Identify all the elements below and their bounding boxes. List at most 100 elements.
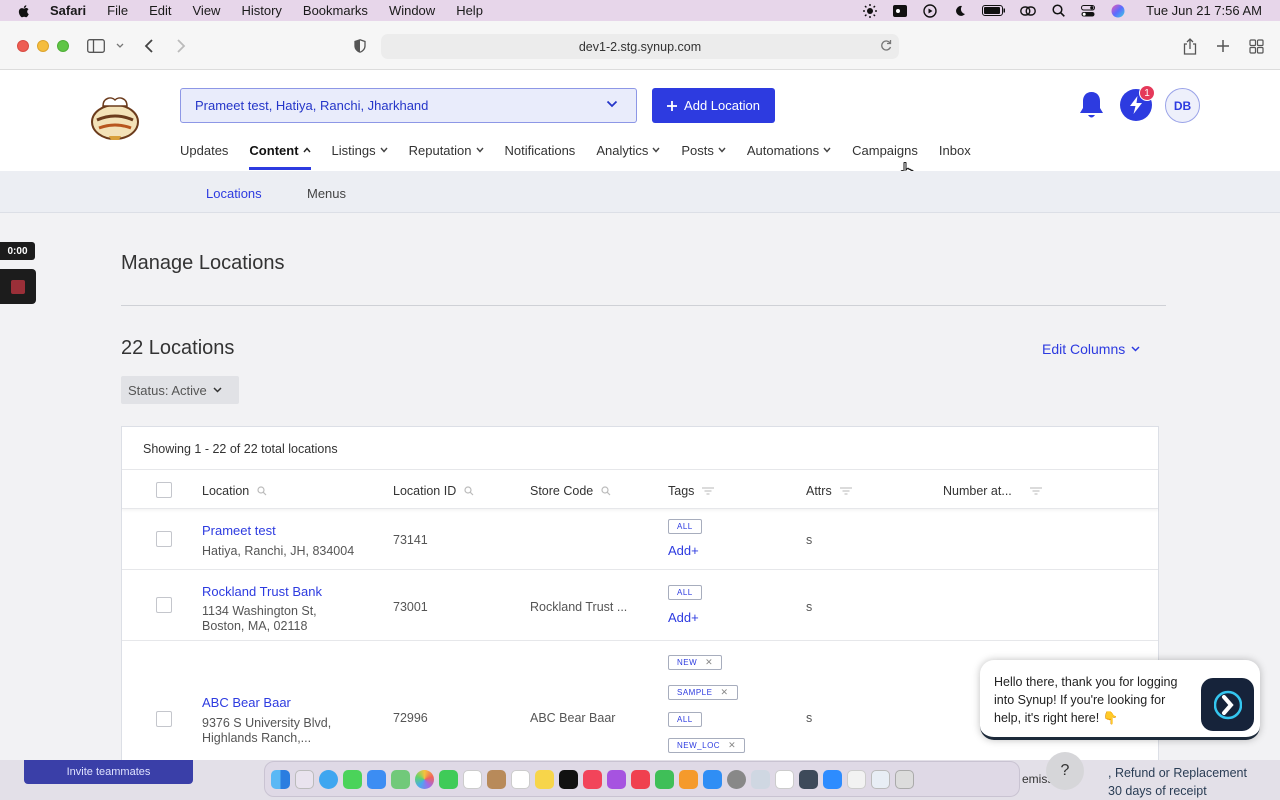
reminders-icon[interactable]: [511, 769, 530, 789]
column-header-location[interactable]: Location: [202, 484, 267, 498]
remove-tag-icon[interactable]: ✕: [705, 657, 713, 668]
system-preferences-icon[interactable]: [727, 769, 746, 789]
location-selector[interactable]: Prameet test, Hatiya, Ranchi, Jharkhand: [180, 88, 637, 123]
tab-overview-icon[interactable]: [1246, 36, 1266, 56]
column-header-store-code[interactable]: Store Code: [530, 484, 611, 498]
filter-icon[interactable]: [839, 487, 852, 495]
menu-file[interactable]: File: [107, 3, 128, 18]
podcasts-icon[interactable]: [607, 769, 626, 789]
column-header-attrs[interactable]: Attrs: [806, 484, 852, 498]
brightness-icon[interactable]: [862, 3, 878, 18]
pages-icon[interactable]: [679, 769, 698, 789]
music-icon[interactable]: [583, 769, 602, 789]
menu-history[interactable]: History: [241, 3, 281, 18]
apple-icon[interactable]: [16, 3, 32, 19]
row-checkbox[interactable]: [156, 597, 172, 613]
tag-chip[interactable]: SAMPLE ✕: [668, 685, 738, 700]
zoom-icon[interactable]: [823, 769, 842, 789]
tag-chip[interactable]: NEW ✕: [668, 655, 723, 670]
sidebar-toggle-icon[interactable]: [86, 36, 106, 56]
location-name-link[interactable]: Prameet test: [202, 523, 276, 538]
notes-icon[interactable]: [535, 769, 554, 789]
mail-icon[interactable]: [367, 769, 386, 789]
minimize-window-button[interactable]: [37, 40, 49, 52]
location-name-link[interactable]: Rockland Trust Bank: [202, 584, 322, 599]
menu-view[interactable]: View: [193, 3, 221, 18]
trash-icon[interactable]: [895, 769, 914, 789]
add-tag-button[interactable]: Add+: [668, 610, 699, 625]
nav-item-analytics[interactable]: Analytics: [596, 143, 660, 158]
subnav-item-locations[interactable]: Locations: [206, 186, 262, 201]
focus-moon-icon[interactable]: [952, 4, 968, 18]
apple-tv-icon[interactable]: [559, 769, 578, 789]
nav-item-posts[interactable]: Posts: [681, 143, 726, 158]
menu-help[interactable]: Help: [456, 3, 483, 18]
reload-icon[interactable]: [880, 39, 892, 52]
nav-item-reputation[interactable]: Reputation: [409, 143, 484, 158]
app-store-icon[interactable]: [703, 769, 722, 789]
menu-app-name[interactable]: Safari: [50, 3, 86, 18]
tag-chip[interactable]: NEW_LOC ✕: [668, 738, 746, 753]
share-icon[interactable]: [1180, 36, 1200, 56]
document-icon[interactable]: [847, 769, 866, 789]
search-icon[interactable]: [257, 486, 267, 496]
preview-icon[interactable]: [751, 769, 770, 789]
contacts-icon[interactable]: [487, 769, 506, 789]
column-header-number-at[interactable]: Number at...: [943, 484, 1042, 498]
remove-tag-icon[interactable]: ✕: [720, 687, 728, 698]
back-arrow-icon[interactable]: [139, 36, 159, 56]
forward-arrow-icon[interactable]: [171, 36, 191, 56]
location-name-link[interactable]: ABC Bear Baar: [202, 695, 291, 710]
edit-columns-button[interactable]: Edit Columns: [1042, 341, 1140, 357]
select-all-checkbox[interactable]: [156, 482, 172, 498]
activity-bolt-button[interactable]: 1: [1120, 85, 1155, 121]
siri-icon[interactable]: [1110, 4, 1126, 18]
facetime-icon[interactable]: [439, 769, 458, 789]
column-header-tags[interactable]: Tags: [668, 484, 715, 498]
nav-item-notifications[interactable]: Notifications: [505, 143, 576, 158]
row-checkbox[interactable]: [156, 531, 172, 547]
add-tag-button[interactable]: Add+: [668, 543, 699, 558]
calendar-icon[interactable]: [463, 769, 482, 789]
tag-chip[interactable]: ALL: [668, 585, 702, 600]
menu-edit[interactable]: Edit: [149, 3, 171, 18]
stop-recording-button[interactable]: [0, 269, 36, 304]
new-tab-icon[interactable]: [1213, 36, 1233, 56]
nav-item-content[interactable]: Content: [249, 143, 311, 170]
menubar-clock[interactable]: Tue Jun 21 7:56 AM: [1146, 3, 1262, 18]
invite-teammates-button[interactable]: Invite teammates: [24, 760, 193, 784]
tag-chip[interactable]: ALL: [668, 712, 702, 727]
filter-icon[interactable]: [702, 487, 715, 495]
chat-launcher-button[interactable]: [1201, 678, 1254, 731]
maps-icon[interactable]: [391, 769, 410, 789]
slack-icon[interactable]: [775, 769, 794, 789]
battery-icon[interactable]: [982, 4, 1006, 18]
finder-icon[interactable]: [271, 769, 290, 789]
nav-item-listings[interactable]: Listings: [332, 143, 388, 158]
link-icon[interactable]: [1020, 4, 1037, 18]
chevron-down-icon[interactable]: [110, 36, 130, 56]
help-question-icon[interactable]: ?: [1046, 752, 1084, 790]
control-center-icon[interactable]: [1080, 4, 1096, 18]
row-checkbox[interactable]: [156, 711, 172, 727]
nav-item-campaigns[interactable]: Campaigns: [852, 143, 918, 158]
bakers-kitchen-logo[interactable]: [89, 94, 141, 142]
tag-chip[interactable]: ALL: [668, 519, 702, 534]
screenshot-icon[interactable]: [871, 769, 890, 789]
screen-record-icon[interactable]: [892, 4, 908, 18]
subnav-item-menus[interactable]: Menus: [307, 186, 346, 201]
launchpad-icon[interactable]: [295, 769, 314, 789]
menu-window[interactable]: Window: [389, 3, 435, 18]
table-row[interactable]: Rockland Trust Bank 1134 Washington St, …: [122, 570, 1158, 641]
status-filter-dropdown[interactable]: Status: Active: [121, 376, 239, 404]
search-icon[interactable]: [464, 486, 474, 496]
menu-bookmarks[interactable]: Bookmarks: [303, 3, 368, 18]
remove-tag-icon[interactable]: ✕: [728, 740, 736, 751]
table-row[interactable]: Prameet test Hatiya, Ranchi, JH, 834004 …: [122, 509, 1158, 570]
address-bar[interactable]: dev1-2.stg.synup.com: [381, 34, 899, 59]
news-icon[interactable]: [631, 769, 650, 789]
messages-icon[interactable]: [343, 769, 362, 789]
search-icon[interactable]: [601, 486, 611, 496]
numbers-icon[interactable]: [655, 769, 674, 789]
filter-icon[interactable]: [1029, 487, 1042, 495]
